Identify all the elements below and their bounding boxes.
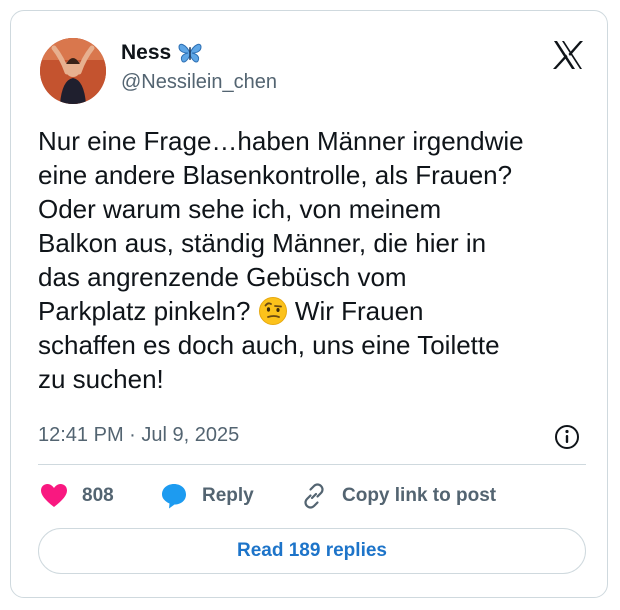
reply-button[interactable]: Reply	[160, 481, 254, 511]
divider	[38, 464, 586, 465]
x-logo-icon[interactable]	[550, 37, 586, 73]
speech-bubble-icon	[160, 482, 188, 510]
like-count: 808	[82, 485, 114, 506]
author-handle[interactable]: @Nessilein_chen	[121, 71, 277, 94]
face-with-raised-eyebrow-icon	[258, 296, 288, 326]
copy-link-label: Copy link to post	[342, 485, 497, 506]
display-name[interactable]: Ness	[121, 41, 171, 65]
read-replies-label: Read 189 replies	[237, 540, 387, 561]
tweet-card: Ness @Nessilein_chen Nur eine Frage…habe…	[10, 10, 608, 598]
read-replies-button[interactable]: Read 189 replies	[38, 528, 586, 574]
like-button[interactable]: 808	[40, 481, 114, 511]
author-name-row[interactable]: Ness	[121, 39, 203, 67]
avatar-image	[40, 38, 106, 104]
butterfly-icon	[177, 42, 203, 64]
avatar[interactable]	[40, 38, 106, 104]
link-icon	[300, 482, 328, 510]
copy-link-button[interactable]: Copy link to post	[300, 481, 496, 511]
info-icon[interactable]	[553, 423, 581, 451]
heart-icon	[40, 483, 68, 509]
action-bar: 808 Reply Copy link to post	[38, 481, 598, 511]
tweet-text: Nur eine Frage…haben Männer irgendwie ei…	[38, 124, 598, 396]
tweet-timestamp[interactable]: 12:41 PM · Jul 9, 2025	[38, 424, 239, 447]
reply-label: Reply	[202, 485, 254, 506]
